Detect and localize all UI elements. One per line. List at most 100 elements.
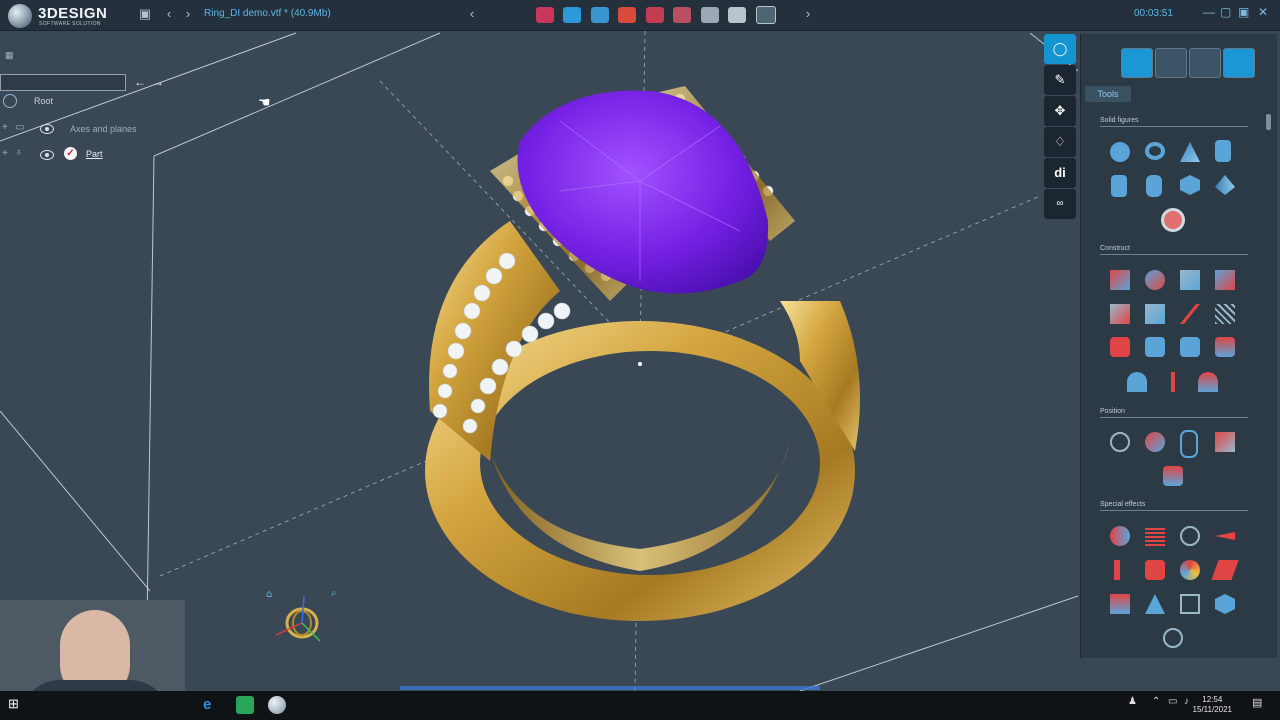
pen-icon[interactable] [590,7,609,23]
shell-icon[interactable] [1180,337,1200,357]
emboss-icon[interactable] [1145,560,1165,580]
render-icon[interactable] [536,7,554,23]
mirror-icon[interactable] [1163,466,1183,486]
visibility-eye-icon[interactable] [40,124,54,134]
ring-model[interactable] [425,86,860,621]
expand-icon[interactable]: + [2,122,8,133]
cone-icon[interactable] [1180,142,1200,162]
panel-scrollbar[interactable] [1266,104,1272,652]
paint-icon[interactable] [645,7,664,23]
expand-icon[interactable]: + [2,148,8,159]
cost-mode-icon[interactable]: ∞ [1044,189,1076,219]
bend-icon[interactable] [1215,532,1235,540]
maximize-icon[interactable]: ▣ [1238,5,1249,19]
gem-icon[interactable] [563,7,582,23]
3design-taskbar-icon[interactable] [268,696,286,714]
home-view-icon[interactable]: ⌂ [266,589,272,600]
ring-mode-icon[interactable]: ◯ [1044,34,1076,64]
pattern-icon[interactable] [1145,526,1165,546]
grid-menu-icon[interactable]: ▦ [5,50,14,61]
di-mode-icon[interactable]: di [1044,158,1076,188]
cylinder-icon[interactable] [1215,140,1231,162]
zoom-icon[interactable]: ⌕ [331,588,337,599]
sweep-icon[interactable] [1145,270,1165,290]
torus-icon[interactable] [1145,142,1165,160]
store-icon[interactable] [236,696,254,714]
3d-viewport[interactable]: ☚ ⌂ ⌕ [0,31,1078,691]
close-icon[interactable]: ✕ [1258,5,1268,19]
person-icon[interactable]: ♟ [1128,696,1146,714]
align-icon[interactable] [1180,430,1198,458]
scale-icon[interactable] [1215,432,1235,452]
wire-icon[interactable] [1180,594,1200,614]
minimize-icon[interactable]: — [1203,5,1215,19]
box-icon[interactable] [1180,175,1200,195]
tree-back-icon[interactable]: ← [134,75,146,89]
pave-icon[interactable] [1110,594,1130,614]
tree-item-part[interactable]: + ♁ ✓ Part [0,147,140,163]
primitive-sphere-icon[interactable] [1161,208,1185,232]
move-icon[interactable] [1110,432,1130,452]
twist-icon[interactable] [1180,526,1200,546]
celtic-icon[interactable] [1145,594,1165,614]
library-tab-icon[interactable] [1189,48,1221,78]
browser-icon[interactable]: e [203,696,221,714]
rotate-icon[interactable] [1145,432,1165,452]
center-gemstone[interactable] [517,90,769,294]
start-icon[interactable]: ⊞ [8,696,26,714]
hook-icon[interactable] [1114,560,1120,580]
extrude-icon[interactable] [1110,270,1130,290]
os-taskbar: ⊞ e ♟ ⌃ ▭ ♪ 12:54 15/11/2021 ▤ [0,691,1280,720]
split-icon[interactable] [1215,337,1235,357]
ring-icon[interactable] [618,7,637,23]
color-icon[interactable] [1180,560,1200,580]
texture-icon[interactable] [1211,560,1239,580]
solids-tab-icon[interactable] [1121,48,1153,78]
tools-tab[interactable]: Tools [1085,86,1131,102]
mesh-icon[interactable] [1215,304,1235,324]
material-tab-icon[interactable] [1223,48,1255,78]
toolbar-next-icon[interactable]: › [800,6,816,22]
print-icon[interactable] [728,7,747,23]
tube-icon[interactable] [1111,175,1127,197]
curve-icon[interactable] [1171,372,1175,392]
multi-section-icon[interactable] [1110,304,1130,324]
device-icon[interactable] [755,6,776,24]
toolbar-prev-icon[interactable]: ‹ [464,6,480,22]
gear-icon[interactable] [1163,628,1183,648]
tree-search-input[interactable] [0,74,126,91]
view-navigator[interactable]: ⌂ ⌕ [266,588,337,642]
sketch-mode-icon[interactable]: ✎ [1044,65,1076,95]
restore-icon[interactable]: ▢ [1220,5,1231,19]
patch-icon[interactable] [1110,337,1130,357]
boolean-icon[interactable] [1110,526,1130,546]
shank-icon[interactable] [1198,372,1218,392]
pipe-icon[interactable] [1145,337,1165,357]
rail-icon[interactable] [1145,304,1165,324]
scrollbar-thumb[interactable] [1266,114,1271,130]
lattice-icon[interactable] [1215,594,1235,614]
pyramid-icon[interactable] [1215,175,1235,195]
logo-subtitle: SOFTWARE SOLUTION [39,21,101,27]
settings-icon[interactable] [700,7,719,23]
undo-icon[interactable]: ‹ [161,6,177,22]
revolve-icon[interactable] [1180,270,1200,290]
checkmark-icon[interactable]: ✓ [64,147,77,160]
camera-icon[interactable] [673,7,692,23]
transform-mode-icon[interactable]: ✥ [1044,96,1076,126]
notifications-icon[interactable]: ▤ [1252,696,1270,714]
tree-item-axes[interactable]: + ▭ Axes and planes [0,121,140,137]
taskbar-clock[interactable]: 12:54 15/11/2021 [1193,695,1232,715]
visibility-eye-icon[interactable] [40,150,54,160]
loft-icon[interactable] [1215,270,1235,290]
gems-tab-icon[interactable] [1155,48,1187,78]
save-icon[interactable]: ▣ [137,6,153,22]
tree-root[interactable]: Root [0,94,100,110]
tree-forward-icon[interactable]: → [152,75,164,89]
redo-icon[interactable]: › [180,6,196,22]
gem-setting-mode-icon[interactable]: ♢ [1044,127,1076,157]
arch-icon[interactable] [1127,372,1147,392]
sphere-icon[interactable] [1110,142,1130,162]
capsule-icon[interactable] [1146,175,1162,197]
surface-icon[interactable] [1180,304,1200,324]
